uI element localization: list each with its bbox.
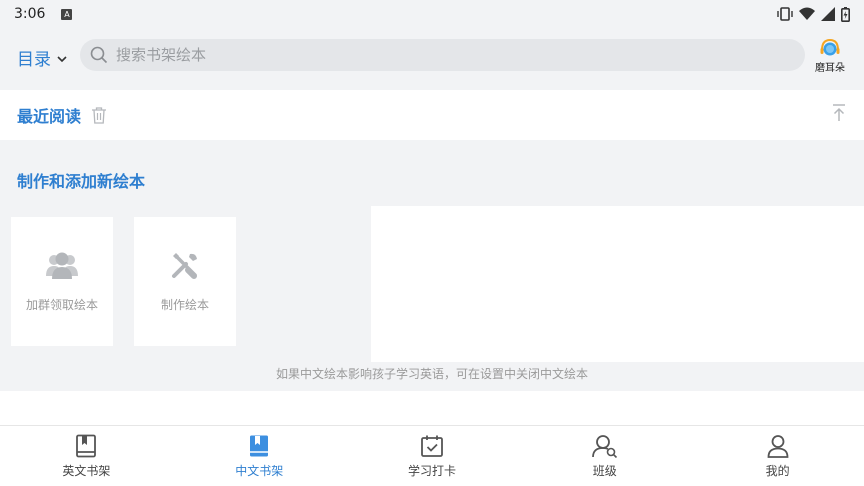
scroll-to-top-icon[interactable]: [832, 104, 846, 126]
tab-study-checkin[interactable]: 学习打卡: [346, 426, 519, 486]
trash-icon[interactable]: [91, 106, 107, 124]
tab-label: 英文书架: [62, 464, 111, 478]
join-group-card[interactable]: 加群领取绘本: [11, 217, 113, 346]
status-time: 3:06: [14, 6, 46, 22]
book-filled-icon: [248, 433, 270, 459]
bottom-tab-bar: 英文书架 中文书架 学习打卡 班级 我的: [0, 425, 864, 486]
top-bar: 目录 磨耳朵: [0, 36, 864, 76]
tab-label: 班级: [592, 464, 617, 478]
catalog-dropdown[interactable]: 目录: [17, 45, 67, 70]
chinese-books-hint: 如果中文绘本影响孩子学习英语，可在设置中关闭中文绘本: [275, 367, 588, 381]
catalog-label: 目录: [17, 50, 51, 70]
tools-icon: [170, 250, 200, 284]
join-group-label: 加群领取绘本: [25, 298, 98, 312]
status-icons: [777, 6, 850, 22]
tab-class[interactable]: 班级: [518, 426, 691, 486]
search-bar[interactable]: [80, 39, 805, 71]
battery-icon: [841, 6, 850, 22]
content-panel: [371, 206, 864, 362]
tab-english-shelf[interactable]: 英文书架: [0, 426, 173, 486]
content-strip: [0, 391, 864, 425]
recent-reading-bar: 最近阅读: [0, 90, 864, 140]
group-icon: [45, 250, 79, 284]
tab-label: 我的: [765, 464, 790, 478]
make-book-card[interactable]: 制作绘本: [134, 217, 236, 346]
wifi-icon: [799, 7, 815, 20]
notification-icon: A: [61, 8, 73, 20]
headphones-icon: [819, 38, 841, 58]
tab-mine[interactable]: 我的: [691, 426, 864, 486]
make-book-label: 制作绘本: [160, 298, 209, 312]
make-section-title: 制作和添加新绘本: [17, 172, 146, 191]
search-input[interactable]: [116, 46, 756, 64]
search-icon: [90, 46, 108, 64]
tab-chinese-shelf[interactable]: 中文书架: [173, 426, 346, 486]
status-bar: 3:06 A: [0, 0, 864, 28]
class-icon: [591, 433, 618, 459]
moerduo-button[interactable]: 磨耳朵: [812, 38, 848, 74]
recent-reading-title: 最近阅读: [17, 107, 82, 126]
tab-label: 学习打卡: [407, 464, 456, 478]
vibrate-icon: [777, 7, 793, 21]
tab-label: 中文书架: [235, 464, 284, 478]
calendar-check-icon: [420, 433, 444, 459]
chevron-down-icon: [57, 48, 67, 68]
moerduo-label: 磨耳朵: [815, 63, 845, 74]
signal-icon: [821, 7, 835, 21]
book-icon: [75, 433, 97, 459]
person-icon: [767, 433, 789, 459]
